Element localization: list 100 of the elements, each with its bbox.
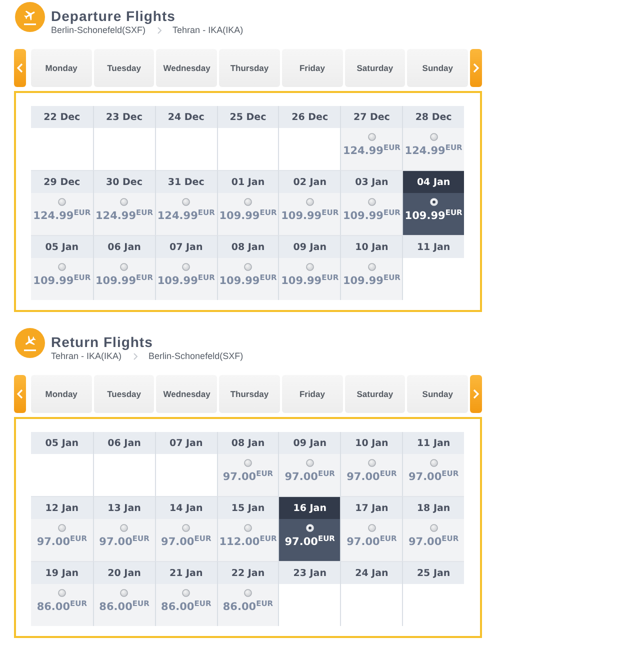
day-cell[interactable]: 27 Dec 124.99$^{EUR}$ [340,106,402,170]
radio-button[interactable] [120,524,128,532]
next-week-button[interactable] [470,49,482,87]
day-cell[interactable]: 29 Dec 124.99$^{EUR}$ [31,170,93,235]
day-cell[interactable]: 28 Dec 124.99$^{EUR}$ [402,106,464,170]
day-cell[interactable]: 14 Jan 97.00$^{EUR}$ [154,496,217,561]
day-cell[interactable]: 06 Jan 109.99$^{EUR}$ [92,235,155,300]
price-label: 97.00$^{EUR}$ [284,470,335,484]
price-label: 109.99$^{EUR}$ [219,274,277,288]
radio-button[interactable] [120,198,128,206]
day-cell[interactable]: 02 Jan 109.99$^{EUR}$ [278,170,340,235]
airplane-icon [15,328,45,358]
route-destination: Berlin-Schonefeld(SXF) [148,351,244,362]
radio-button[interactable] [368,524,376,532]
day-cell[interactable]: 22 Jan 86.00$^{EUR}$ [216,561,278,626]
day-cell[interactable]: 31 Dec 124.99$^{EUR}$ [154,170,217,235]
radio-button[interactable] [430,459,438,467]
radio-button[interactable] [58,524,66,532]
previous-week-button[interactable] [14,375,26,413]
price-label: 86.00$^{EUR}$ [99,600,150,614]
radio-button[interactable] [244,198,252,206]
day-cell[interactable]: 05 Jan 109.99$^{EUR}$ [31,235,93,300]
weekday-header: Sunday [407,375,468,413]
date-label: 21 Jan [156,562,217,584]
day-cell[interactable]: 10 Jan 109.99$^{EUR}$ [340,235,402,300]
radio-button[interactable] [244,524,252,532]
radio-button[interactable] [244,263,252,271]
radio-button[interactable] [368,198,376,206]
radio-button[interactable] [368,133,376,141]
date-label: 16 Jan [279,497,340,519]
day-cell[interactable]: 09 Jan 97.00$^{EUR}$ [278,432,340,496]
day-cell[interactable]: 19 Jan 86.00$^{EUR}$ [31,561,93,626]
price-label: 109.99$^{EUR}$ [219,209,277,223]
weekday-header: Saturday [344,375,406,413]
date-label: 31 Dec [156,171,217,193]
date-label: 23 Dec [94,106,155,128]
radio-button[interactable] [120,589,128,597]
day-cell[interactable]: 09 Jan 109.99$^{EUR}$ [278,235,340,300]
price-label: 124.99$^{EUR}$ [157,209,215,223]
price-label: 124.99$^{EUR}$ [33,209,91,223]
day-cell[interactable]: 11 Jan 97.00$^{EUR}$ [402,432,464,496]
route-origin: Tehran - IKA(IKA) [51,351,122,362]
weekday-header: Tuesday [94,375,154,413]
radio-button[interactable] [182,263,190,271]
day-cell[interactable]: 08 Jan 97.00$^{EUR}$ [216,432,278,496]
day-cell[interactable]: 13 Jan 97.00$^{EUR}$ [92,496,155,561]
radio-button[interactable] [58,198,66,206]
radio-button[interactable] [430,524,438,532]
date-label: 30 Dec [94,171,155,193]
weekday-header: Wednesday [156,375,218,413]
radio-button[interactable] [120,263,128,271]
price-label: 112.00$^{EUR}$ [219,535,277,549]
date-label: 25 Jan [403,562,464,584]
route-origin: Berlin-Schonefeld(SXF) [51,25,146,36]
day-cell[interactable]: 08 Jan 109.99$^{EUR}$ [216,235,278,300]
date-label: 05 Jan [31,236,93,258]
day-cell[interactable]: 30 Dec 124.99$^{EUR}$ [92,170,155,235]
radio-button[interactable] [430,133,438,141]
day-cell[interactable]: 18 Jan 97.00$^{EUR}$ [402,496,464,561]
day-cell[interactable]: 04 Jan 109.99$^{EUR}$ [402,170,464,235]
day-cell[interactable]: 15 Jan 112.00$^{EUR}$ [216,496,278,561]
day-cell[interactable]: 20 Jan 86.00$^{EUR}$ [92,561,155,626]
day-cell[interactable]: 17 Jan 97.00$^{EUR}$ [340,496,402,561]
day-cell[interactable]: 01 Jan 109.99$^{EUR}$ [216,170,278,235]
radio-button[interactable] [182,589,190,597]
radio-button[interactable] [244,459,252,467]
radio-button[interactable] [58,589,66,597]
day-cell[interactable]: 12 Jan 97.00$^{EUR}$ [31,496,93,561]
previous-week-button[interactable] [14,49,26,87]
radio-button[interactable] [368,263,376,271]
weekday-header: Thursday [219,375,280,413]
date-label: 20 Jan [94,562,155,584]
day-cell[interactable]: 07 Jan 109.99$^{EUR}$ [154,235,217,300]
date-label: 10 Jan [341,432,402,454]
price-label: 97.00$^{EUR}$ [36,535,88,549]
price-label: 124.99$^{EUR}$ [96,209,154,223]
date-label: 23 Jan [279,562,340,584]
radio-button[interactable] [306,459,314,467]
route-destination: Tehran - IKA(IKA) [172,25,244,36]
date-label: 08 Jan [218,236,278,258]
radio-button[interactable] [182,524,190,532]
date-label: 17 Jan [341,497,402,519]
radio-button[interactable] [58,263,66,271]
radio-button[interactable] [306,263,314,271]
chevron-left-icon [17,63,23,73]
date-label: 07 Jan [156,432,217,454]
radio-button[interactable] [306,198,314,206]
radio-button[interactable] [182,198,190,206]
chevron-right-icon [156,27,162,34]
date-label: 01 Jan [218,171,278,193]
next-week-button[interactable] [470,375,482,413]
radio-button[interactable] [244,589,252,597]
date-label: 19 Jan [31,562,93,584]
day-cell[interactable]: 21 Jan 86.00$^{EUR}$ [154,561,217,626]
day-cell[interactable]: 10 Jan 97.00$^{EUR}$ [340,432,402,496]
price-label: 97.00$^{EUR}$ [222,470,274,484]
day-cell[interactable]: 03 Jan 109.99$^{EUR}$ [340,170,402,235]
day-cell[interactable]: 16 Jan 97.00$^{EUR}$ [278,496,340,561]
weekday-header: Monday [31,49,92,87]
radio-button[interactable] [368,459,376,467]
